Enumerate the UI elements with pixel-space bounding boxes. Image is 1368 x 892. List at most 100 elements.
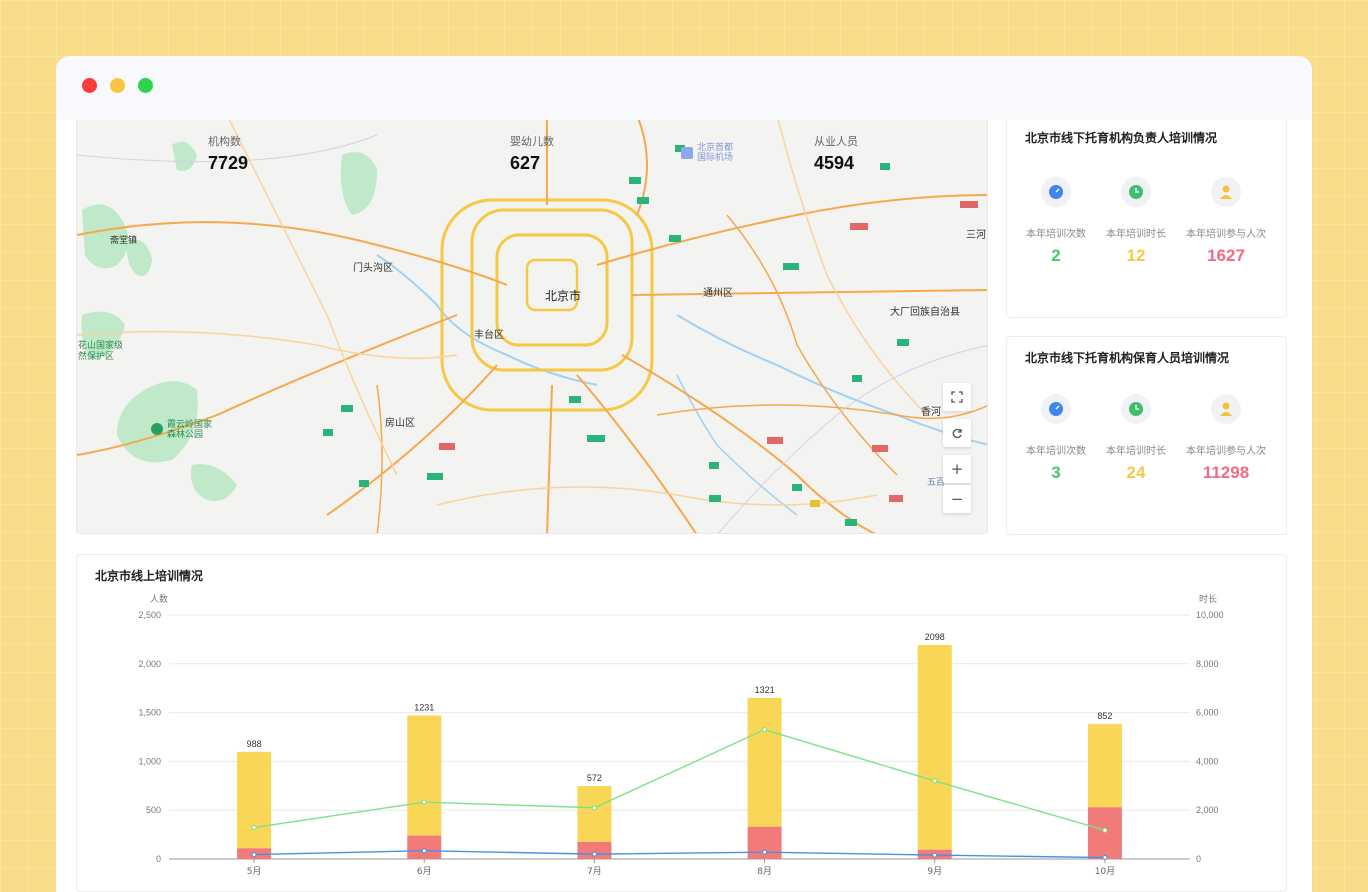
y2-tick-label: 8,000 [1196,659,1219,669]
maximize-button[interactable] [138,78,153,93]
bar-value-label: 852 [1097,711,1112,721]
user-icon [1211,394,1241,424]
bar-value-label: 2098 [925,632,945,642]
stat-staff-label: 从业人员 [814,135,858,148]
x-tick-label: 10月 [1095,866,1115,877]
y-tick-label: 1,000 [138,756,161,766]
beijing-map[interactable]: 机构数 7729 婴幼儿数 627 从业人员 4594 北京市 门头沟区 丰台区… [76,114,988,534]
kpi-label: 本年培训参与人次 [1186,229,1266,240]
y-tick-label: 500 [146,805,161,815]
stat-institutions: 机构数 7729 [208,133,248,174]
blue-line-series [254,850,1105,859]
map-label-fengtai: 丰台区 [474,330,504,341]
bar-upper [917,644,952,850]
title-bar [56,56,1312,120]
y-axis-label: 人数 [150,593,168,605]
green-line-series-point [1102,827,1108,833]
green-line-series-point [251,825,257,831]
bar-upper [747,697,782,827]
bar-upper [237,751,272,849]
stat-infants: 婴幼儿数 627 [510,133,554,174]
map-label-mentougou: 门头沟区 [353,263,393,274]
y2-tick-label: 2,000 [1196,805,1219,815]
map-reset-button[interactable] [943,419,971,447]
map-label-xiayunling: 霞云岭国家 森林公园 [167,420,213,440]
map-label-xianghe: 香河 [921,407,941,418]
refresh-icon [952,428,962,439]
y-tick-label: 2,000 [138,659,161,669]
caregiver-training-title: 北京市线下托育机构保育人员培训情况 [1025,351,1230,365]
bar-lower [1087,807,1122,859]
x-tick-label: 9月 [927,866,942,877]
clock-icon [1121,394,1151,424]
bar-value-label: 988 [247,739,262,749]
close-button[interactable] [82,78,97,93]
green-line-series-point [421,799,427,805]
stat-staff: 从业人员 4594 [814,133,858,174]
x-tick-label: 8月 [757,866,772,877]
green-line-series-point [762,727,768,733]
blue-line-series-point [1102,855,1108,861]
fullscreen-icon [951,391,963,403]
map-label-tongzhou: 通州区 [703,288,733,299]
kpi-value: 11298 [1202,463,1250,482]
stat-infants-label: 婴幼儿数 [510,135,554,148]
caregiver-training-card: 北京市线下托育机构保育人员培训情况 本年培训次数 3 本年培训时长 24 本年培… [1006,336,1287,535]
map-label-fangshan: 房山区 [385,418,415,429]
zoom-out-button[interactable]: − [943,485,971,513]
y-tick-label: 1,500 [138,708,161,718]
bar-upper [577,786,612,842]
blue-line-series-point [421,848,427,854]
leader-training-card: 北京市线下托育机构负责人培训情况 本年培训次数 2 本年培训时长 12 本年培训… [1006,116,1287,318]
green-line-series-point [932,778,938,784]
bar-value-label: 1231 [414,702,434,712]
app-window: 机构数 7729 婴幼儿数 627 从业人员 4594 北京市 门头沟区 丰台区… [56,56,1312,892]
y2-axis-label: 时长 [1199,593,1217,605]
bar-value-label: 572 [587,773,602,783]
stat-infants-value: 627 [510,153,541,173]
map-fullscreen-button[interactable] [943,383,971,411]
stat-institutions-value: 7729 [208,153,249,173]
x-tick-label: 7月 [587,866,602,877]
bar-lower [407,835,442,859]
zoom-in-button[interactable]: + [943,455,971,483]
y2-tick-label: 6,000 [1196,708,1219,718]
y2-tick-label: 4,000 [1196,756,1219,766]
blue-line-series-point [762,849,768,855]
leader-training-title: 北京市线下托育机构负责人培训情况 [1025,131,1218,145]
x-tick-label: 5月 [247,866,262,877]
gauge-icon [1041,177,1071,207]
y-tick-label: 0 [156,854,161,864]
blue-line-series-point [591,851,597,857]
green-line-series-point [591,805,597,811]
green-line-series [253,728,1106,831]
online-training-chart-card: 0 500 1,000 1,500 2,000 2,500 0 2,000 4,000 6,000… [76,554,1287,892]
blue-line-series-point [932,852,938,858]
y-tick-label: 2,500 [138,610,161,620]
map-label-zhaitang: 斋堂镇 [110,236,138,246]
chart-title: 北京市线上培训情况 [95,569,204,583]
y2-tick-label: 0 [1196,854,1201,864]
map-label-airport: 北京首都 国际机场 [697,143,734,163]
stat-institutions-label: 机构数 [208,135,241,148]
kpi-training-participants: 本年培训参与人次 11298 [1171,394,1281,483]
stat-staff-value: 4594 [814,153,855,173]
bar-value-label: 1321 [755,685,775,695]
map-roads [77,115,987,533]
x-tick-label: 6月 [417,866,432,877]
clock-icon [1121,177,1151,207]
minimize-button[interactable] [110,78,125,93]
map-label-dachang: 大厂回族自治县 [890,307,960,318]
user-icon [1211,177,1241,207]
gauge-icon [1041,394,1071,424]
y2-tick-label: 10,000 [1196,610,1224,620]
online-training-chart: 0 500 1,000 1,500 2,000 2,500 0 2,000 4,000 6,000… [138,593,1224,877]
map-label-sanhe: 三河 [966,230,986,241]
kpi-value: 1627 [1207,246,1245,265]
map-label-beijing: 北京市 [545,289,582,303]
bar-upper [1087,724,1122,808]
blue-line-series-point [251,852,257,858]
bar-upper [407,715,442,836]
map-label-baihua: 花山国家级 然保护区 [78,341,124,362]
kpi-training-participants: 本年培训参与人次 1627 [1171,177,1281,266]
